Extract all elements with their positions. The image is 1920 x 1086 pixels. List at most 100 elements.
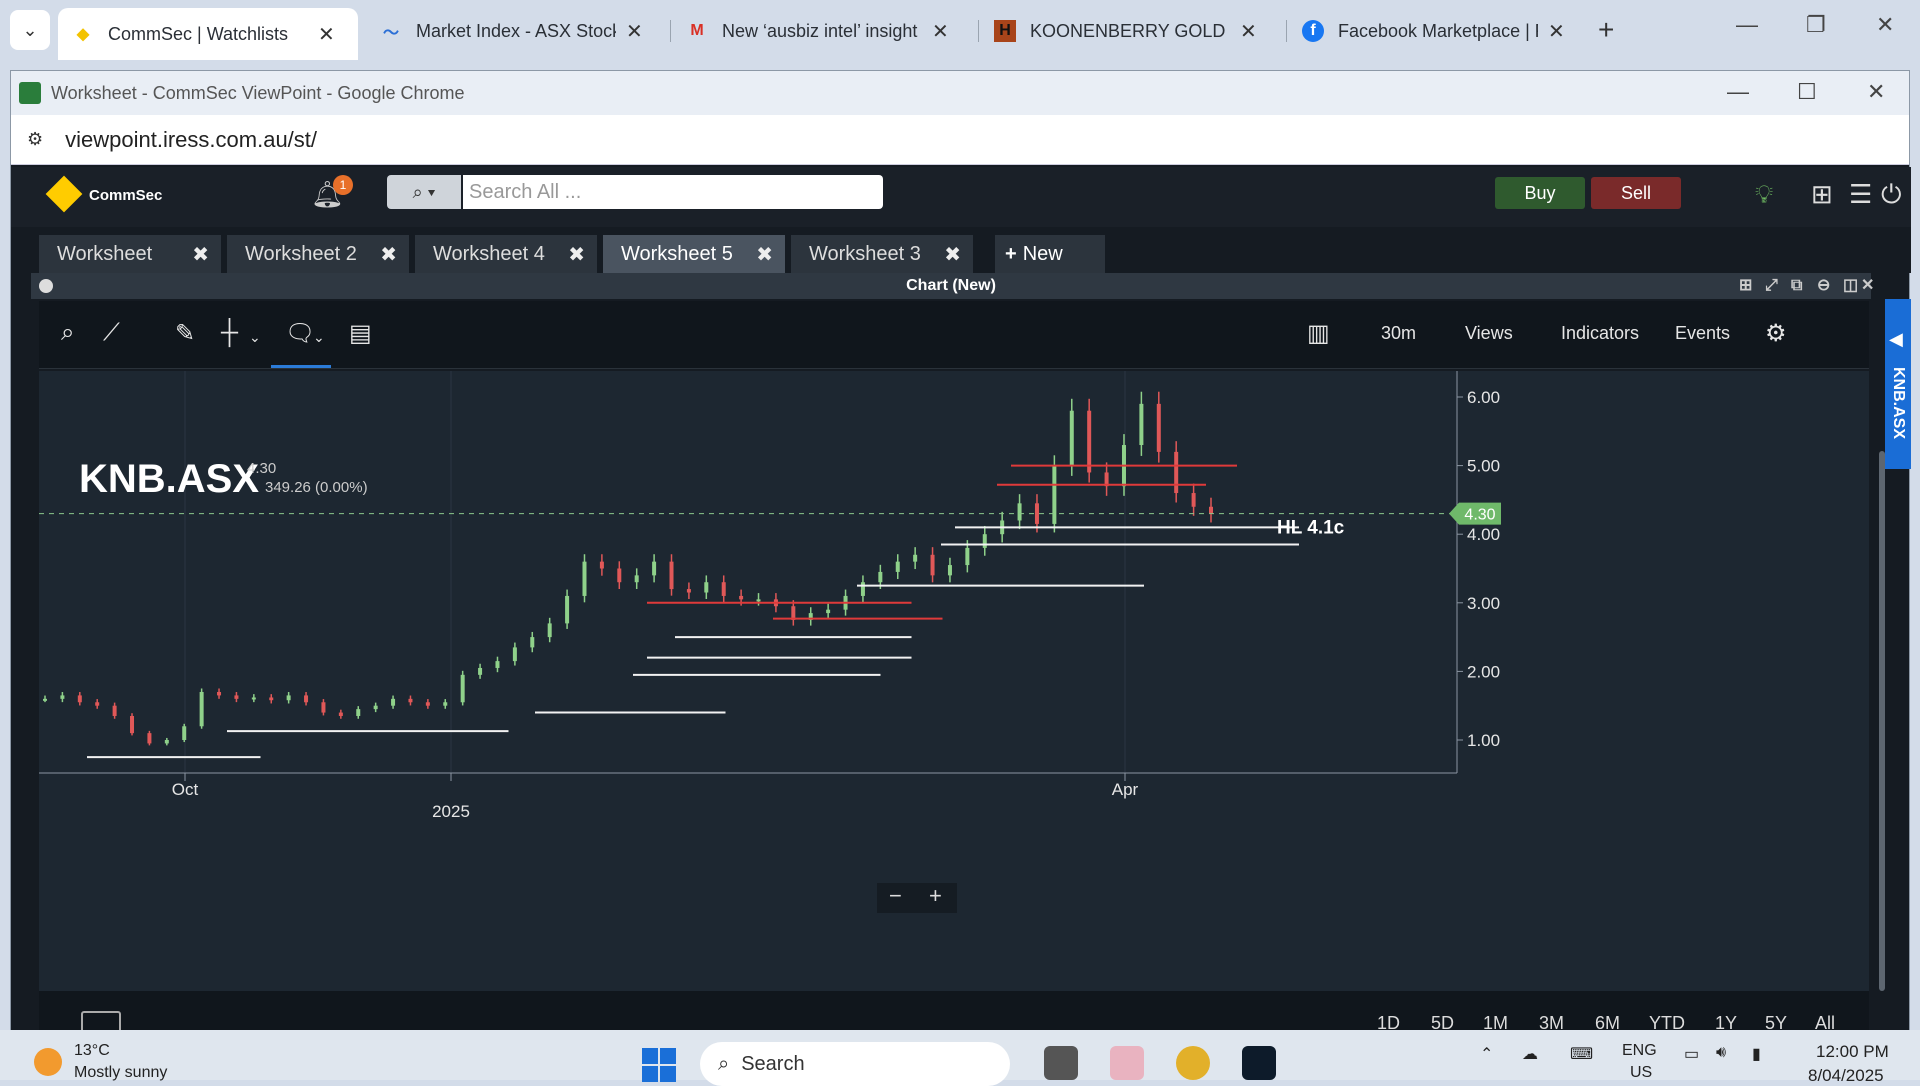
window-title: Worksheet - CommSec ViewPoint - Google C… <box>51 82 465 103</box>
tab-search-button[interactable]: ⌄ <box>10 10 50 50</box>
chrome-icon[interactable] <box>1176 1046 1210 1080</box>
active-tool-indicator <box>271 365 331 368</box>
search-input[interactable] <box>463 175 883 209</box>
close-tab-icon[interactable]: ✖ <box>944 242 961 267</box>
close-icon[interactable]: ✕ <box>1240 19 1257 44</box>
chart-panel-titlebar: Chart (New) ⊞ ⤢ ⧉ ⊖ ◫ ✕ <box>31 273 1874 299</box>
new-worksheet-button[interactable]: + New <box>995 235 1105 273</box>
candle-body <box>443 702 448 706</box>
zoom-control: − + <box>877 883 957 913</box>
sell-button[interactable]: Sell <box>1591 177 1681 209</box>
tab-worksheet-2[interactable]: Worksheet 2 ✖ <box>227 235 409 273</box>
chevron-down-icon[interactable]: ⌄ <box>249 329 261 346</box>
close-tab-icon[interactable]: ✖ <box>380 242 397 267</box>
candle-body <box>217 691 222 696</box>
candle-body <box>199 691 204 727</box>
zoom-in-button[interactable]: + <box>929 883 942 909</box>
buy-button[interactable]: Buy <box>1495 177 1585 209</box>
split-icon[interactable]: ◫ <box>1843 273 1858 299</box>
browser-tab-gmail[interactable]: M New ‘ausbiz intel’ insight ✕ <box>672 8 976 54</box>
views-dropdown[interactable]: Views <box>1465 323 1513 344</box>
display-icon[interactable]: ▭ <box>1684 1044 1699 1064</box>
candle-body <box>721 582 726 596</box>
task-view-icon[interactable] <box>1044 1046 1078 1080</box>
weather-sun-icon[interactable] <box>34 1048 62 1076</box>
interval-dropdown[interactable]: 30m <box>1381 323 1416 344</box>
language-indicator[interactable]: ENG <box>1622 1042 1657 1060</box>
plus-square-icon[interactable]: ⊞ <box>1811 179 1833 210</box>
indicators-dropdown[interactable]: Indicators <box>1561 323 1639 344</box>
new-tab-button[interactable]: + <box>1598 14 1614 46</box>
y-tick-label: 3.00 <box>1467 594 1500 613</box>
zoom-out-button[interactable]: − <box>889 883 902 909</box>
minimize-panel-icon[interactable]: ⊖ <box>1817 273 1830 299</box>
volume-icon[interactable]: 🔊︎ <box>1716 1044 1726 1062</box>
minimize-icon[interactable]: — <box>1736 12 1758 38</box>
cloud-icon[interactable]: ☁ <box>1522 1044 1538 1064</box>
close-tab-icon[interactable]: ✖ <box>192 242 209 267</box>
candle-body <box>425 702 430 706</box>
browser-tab-market-index[interactable]: 〜 Market Index - ASX Stock ✕ <box>366 8 670 54</box>
trading-app-icon[interactable] <box>1242 1046 1276 1080</box>
close-icon[interactable]: ✕ <box>318 22 335 47</box>
trend-line-icon[interactable]: ⟋ <box>103 319 120 347</box>
vertical-scrollbar[interactable] <box>1879 451 1885 991</box>
table-icon[interactable]: ▤ <box>349 319 372 348</box>
search-icon: ⌕ ▾ <box>412 181 436 202</box>
close-icon[interactable]: ✕ <box>1548 19 1565 44</box>
address-bar[interactable]: ⚙ viewpoint.iress.com.au/st/ <box>11 115 1909 165</box>
candlestick-icon[interactable]: ▥ <box>1307 319 1330 348</box>
keyboard-tray-icon[interactable]: ⌨ <box>1570 1044 1593 1064</box>
chevron-up-icon[interactable]: ⌃ <box>1480 1044 1493 1064</box>
windows-start-icon[interactable] <box>642 1048 676 1082</box>
tab-worksheet[interactable]: Worksheet ✖ <box>39 235 221 273</box>
close-tab-icon[interactable]: ✖ <box>568 242 585 267</box>
close-window-icon[interactable]: ✕ <box>1876 12 1894 38</box>
battery-icon[interactable]: ▮ <box>1752 1044 1761 1064</box>
lightbulb-icon[interactable]: 💡︎ <box>1755 179 1773 211</box>
tab-worksheet-5[interactable]: Worksheet 5 ✖ <box>603 235 785 273</box>
search-type-dropdown[interactable]: ⌕ ▾ <box>387 175 461 209</box>
chevron-down-icon[interactable]: ⌄ <box>313 329 325 346</box>
panel-link-icon[interactable] <box>39 279 53 293</box>
candle-body <box>1191 493 1196 507</box>
crosshair-icon[interactable]: ┼ <box>221 319 238 347</box>
browser-tab-koonenberry[interactable]: H KOONENBERRY GOLD LIM ✕ <box>980 8 1284 54</box>
minimize-icon[interactable]: — <box>1727 79 1749 105</box>
snipping-tool-icon[interactable] <box>1110 1046 1144 1080</box>
maximize-icon[interactable]: ☐ <box>1797 79 1817 105</box>
browser-tab-facebook[interactable]: f Facebook Marketplace | F ✕ <box>1288 8 1592 54</box>
browser-tab-commsec[interactable]: ◆ CommSec | Watchlists ✕ <box>58 8 358 60</box>
tab-worksheet-4[interactable]: Worksheet 4 ✖ <box>415 235 597 273</box>
close-icon[interactable]: ✕ <box>626 19 643 44</box>
collapse-arrow-icon[interactable]: ◀ <box>1889 329 1903 350</box>
close-icon[interactable]: ✕ <box>932 19 949 44</box>
close-tab-icon[interactable]: ✖ <box>756 242 773 267</box>
close-icon[interactable]: ✕ <box>1867 79 1885 105</box>
app-header: CommSec 🔔︎ 1 ⌕ ▾ Buy Sell 💡︎ ⊞ ☰ ⏻ <box>11 167 1911 227</box>
symbol-side-tab[interactable]: KNB.ASX <box>1885 299 1911 469</box>
candle-body <box>77 695 82 703</box>
popout-icon[interactable]: ⧉ <box>1791 273 1802 299</box>
candle-body <box>826 609 831 614</box>
candle-body <box>669 561 674 590</box>
add-panel-icon[interactable]: ⊞ <box>1739 273 1752 299</box>
restore-icon[interactable]: ❐ <box>1806 12 1826 38</box>
close-panel-icon[interactable]: ✕ <box>1861 273 1874 299</box>
taskbar-search[interactable]: ⌕ Search <box>700 1042 1010 1086</box>
comment-icon[interactable]: 🗨︎ <box>285 319 315 348</box>
taskbar-search-label: Search <box>741 1052 805 1075</box>
tab-worksheet-3[interactable]: Worksheet 3 ✖ <box>791 235 973 273</box>
candle-body <box>112 705 117 716</box>
candle-body <box>913 554 918 562</box>
clock-time[interactable]: 12:00 PM <box>1816 1042 1889 1062</box>
gear-icon[interactable]: ⚙ <box>1765 319 1787 348</box>
site-settings-icon[interactable]: ⚙ <box>27 129 43 150</box>
expand-icon[interactable]: ⤢ <box>1765 273 1778 299</box>
hamburger-menu-icon[interactable]: ☰ <box>1849 179 1872 210</box>
search-icon[interactable]: ⌕ <box>61 319 74 347</box>
candle-body <box>286 695 291 701</box>
power-icon[interactable]: ⏻ <box>1881 179 1902 211</box>
pencil-icon[interactable]: ✎ <box>175 319 195 348</box>
events-dropdown[interactable]: Events <box>1675 323 1730 344</box>
